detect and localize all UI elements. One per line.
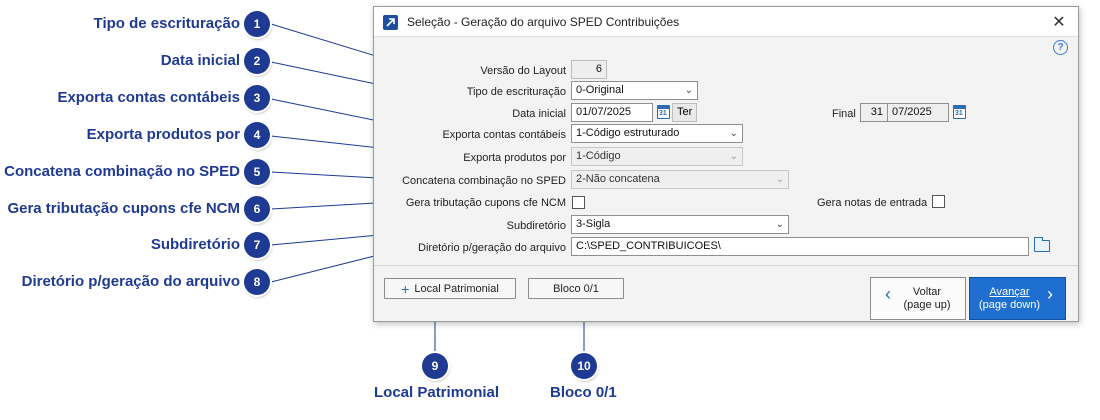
callout-badge-1: 1 [244, 11, 270, 37]
callout-label-9: Local Patrimonial [374, 384, 500, 401]
callout-label-3: Exporta contas contábeis [57, 89, 240, 106]
callout-badge-3: 3 [244, 85, 270, 111]
data-inicial-label: Data inicial [512, 108, 566, 120]
title-bar: Seleção - Geração do arquivo SPED Contri… [374, 7, 1078, 37]
callout-badge-8: 8 [244, 269, 270, 295]
tipo-escrituracao-select[interactable]: 0-Original ⌄ [571, 81, 698, 100]
callout-badge-9: 9 [422, 353, 448, 379]
app-arrow-icon [383, 15, 398, 30]
concatena-value: 2-Não concatena [576, 173, 660, 185]
concatena-label: Concatena combinação no SPED [402, 175, 566, 187]
diretorio-input[interactable]: C:\SPED_CONTRIBUICOES\ [571, 237, 1029, 256]
exporta-produtos-select[interactable]: 1-Código ⌄ [571, 147, 743, 166]
exporta-produtos-label: Exporta produtos por [463, 152, 566, 164]
final-label: Final [832, 108, 856, 120]
data-inicial-input[interactable]: 01/07/2025 [571, 103, 653, 122]
callout-label-1: Tipo de escrituração [93, 15, 240, 32]
chevron-left-icon: ‹ [885, 284, 891, 304]
gera-tributacao-checkbox[interactable] [572, 196, 585, 209]
exporta-produtos-value: 1-Código [576, 150, 621, 162]
voltar-text: Voltar (page up) [903, 286, 950, 312]
final-day-field[interactable]: 31 [860, 103, 888, 122]
bloco-button[interactable]: Bloco 0/1 [528, 278, 624, 299]
avancar-shortcut: (page down) [978, 298, 1041, 311]
final-month-input[interactable]: 07/2025 [887, 103, 949, 122]
calendar-icon-final[interactable]: 31 [953, 105, 966, 119]
avancar-text: Avançar (page down) [979, 286, 1040, 312]
callout-label-5: Concatena combinação no SPED [4, 163, 240, 180]
voltar-label: Voltar [912, 285, 942, 298]
avancar-label: Avançar [989, 285, 1030, 298]
chevron-down-icon: ⌄ [684, 85, 693, 96]
callout-label-2: Data inicial [160, 52, 240, 69]
callout-badge-7: 7 [244, 232, 270, 258]
versao-layout-field: 6 [571, 60, 607, 79]
callout-label-4: Exporta produtos por [86, 126, 240, 143]
chevron-right-icon: › [1047, 284, 1053, 304]
tipo-escrituracao-value: 0-Original [576, 84, 624, 96]
close-button[interactable]: ✕ [1048, 11, 1070, 33]
chevron-down-icon: ⌄ [729, 151, 738, 162]
plus-icon: + [401, 280, 410, 297]
calendar-icon[interactable]: 31 [657, 105, 670, 119]
callout-badge-5: 5 [244, 159, 270, 185]
subdiretorio-select[interactable]: 3-Sigla ⌄ [571, 215, 789, 234]
chevron-down-icon: ⌄ [775, 174, 784, 185]
callout-badge-4: 4 [244, 122, 270, 148]
avancar-button[interactable]: Avançar (page down) › [969, 277, 1066, 320]
callout-label-8: Diretório p/geração do arquivo [21, 273, 240, 290]
callout-label-6: Gera tributação cupons cfe NCM [7, 200, 240, 217]
local-patrimonial-label: Local Patrimonial [414, 282, 499, 295]
chevron-down-icon: ⌄ [729, 128, 738, 139]
callout-label-10: Bloco 0/1 [550, 384, 617, 401]
gera-notas-entrada-checkbox[interactable] [932, 195, 945, 208]
voltar-button[interactable]: ‹ Voltar (page up) [870, 277, 966, 320]
bloco-label: Bloco 0/1 [553, 282, 599, 295]
folder-open-icon[interactable] [1034, 237, 1050, 252]
concatena-select[interactable]: 2-Não concatena ⌄ [571, 170, 789, 189]
exporta-contas-value: 1-Código estruturado [576, 127, 680, 139]
gera-notas-entrada-label: Gera notas de entrada [817, 197, 928, 209]
window-title: Seleção - Geração do arquivo SPED Contri… [407, 15, 680, 29]
gera-tributacao-label: Gera tributação cupons cfe NCM [405, 197, 566, 209]
exporta-contas-select[interactable]: 1-Código estruturado ⌄ [571, 124, 743, 143]
callout-badge-2: 2 [244, 48, 270, 74]
callout-label-7: Subdiretório [150, 236, 240, 253]
tipo-escrituracao-label: Tipo de escrituração [466, 86, 566, 98]
chevron-down-icon: ⌄ [775, 219, 784, 230]
exporta-contas-label: Exporta contas contábeis [442, 129, 566, 141]
footer-separator [374, 265, 1078, 266]
voltar-shortcut: (page up) [903, 298, 951, 311]
dialog-window: Seleção - Geração do arquivo SPED Contri… [373, 6, 1079, 322]
subdiretorio-label: Subdiretório [506, 220, 566, 232]
callout-badge-6: 6 [244, 196, 270, 222]
data-inicial-weekday: Ter [672, 103, 697, 122]
local-patrimonial-button[interactable]: + Local Patrimonial [384, 278, 516, 299]
subdiretorio-value: 3-Sigla [576, 218, 611, 230]
diretorio-label: Diretório p/geração do arquivo [418, 242, 566, 254]
callout-badge-10: 10 [571, 353, 597, 379]
help-icon[interactable]: ? [1053, 40, 1068, 55]
versao-layout-label: Versão do Layout [480, 65, 566, 77]
